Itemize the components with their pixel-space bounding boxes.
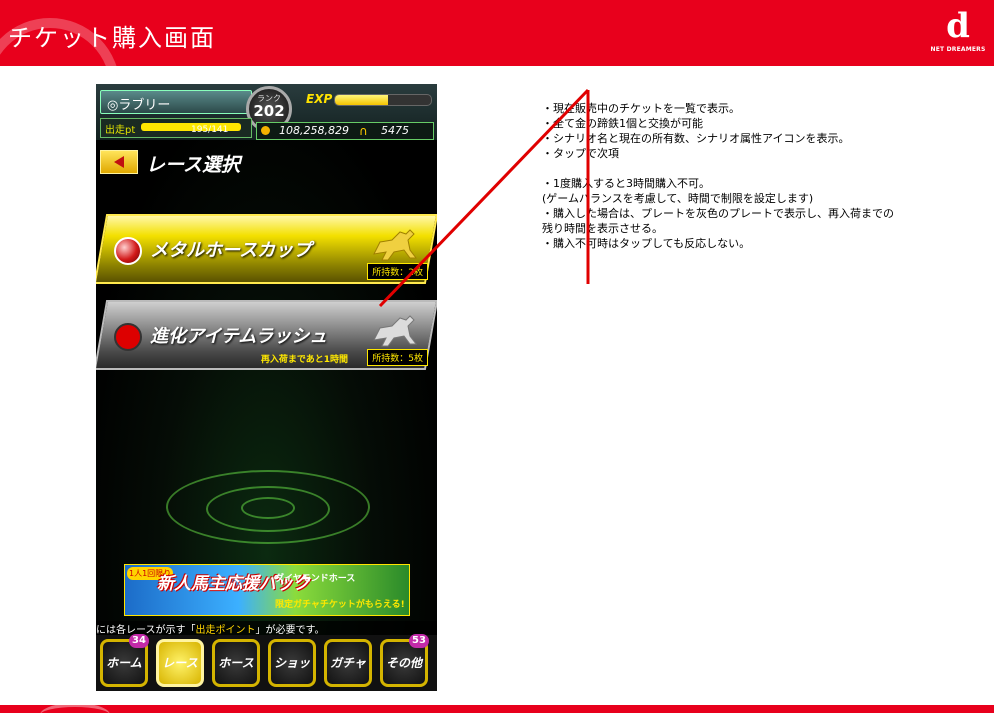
- arrow-line-diagonal: [378, 88, 590, 308]
- footer-swoosh: [40, 703, 110, 727]
- footer-bar: [0, 703, 994, 713]
- annotation-arrows: [378, 88, 590, 308]
